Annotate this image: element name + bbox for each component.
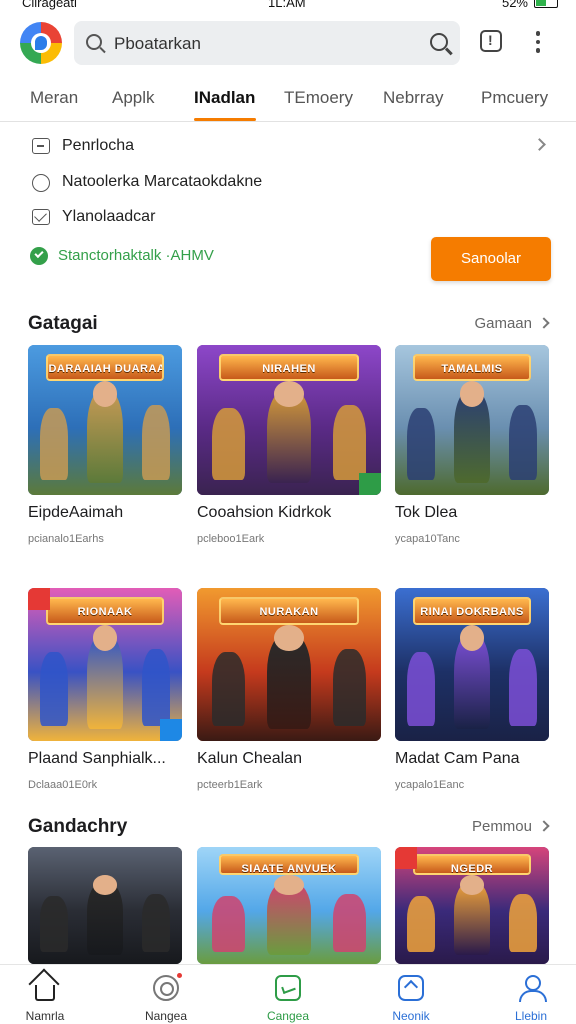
bottom-navigation: Namrla Nangea Cangea Neonik Llebin: [0, 964, 576, 1024]
game-logo: RINAI DOKRBANS: [413, 597, 531, 625]
game-title: Kalun Chealan: [197, 750, 302, 767]
nav-label: Cangea: [266, 1009, 310, 1023]
nav-label: Namrla: [25, 1009, 65, 1023]
chevron-right-icon: [538, 820, 550, 832]
game-meta: Dclaaa01E0rk: [28, 779, 98, 791]
game-logo: SIAATE ANVUEK: [219, 854, 359, 876]
nav-label: Neonik: [392, 1009, 430, 1023]
menu-item-label: Penrlocha: [62, 137, 135, 154]
game-thumbnail[interactable]: DARAAIAH DUARAAN: [28, 345, 182, 495]
game-card[interactable]: NIRAHEN Cooahsion Kidrkok pcleboo1Eark: [197, 345, 381, 545]
carrier-label: Cllrageati: [22, 0, 77, 10]
game-logo: NURAKAN: [219, 597, 359, 625]
game-logo: NIRAHEN: [219, 354, 359, 381]
cta-button[interactable]: Sanoolar: [431, 237, 551, 281]
game-thumbnail[interactable]: NIRAHEN: [197, 345, 381, 495]
badge-icon: [160, 719, 182, 741]
game-title: Tok Dlea: [395, 504, 458, 521]
tab-inadlan[interactable]: INadlan: [194, 88, 255, 108]
game-thumbnail[interactable]: NGEDR: [395, 847, 549, 964]
game-card[interactable]: NURAKAN Kalun Chealan pcteerb1Eark: [197, 588, 381, 791]
menu-item-ylanolaadcar[interactable]: Ylanolaadcar: [30, 205, 550, 233]
game-card[interactable]: SIAATE ANVUEK: [197, 847, 381, 964]
game-logo: DARAAIAH DUARAAN: [46, 354, 164, 381]
notification-icon[interactable]: [480, 30, 502, 52]
badge-icon: [359, 473, 381, 495]
game-meta: ycapalo1Eanc: [395, 779, 465, 791]
menu-item-natoolerka[interactable]: Natoolerka Marcataokdakne: [30, 170, 550, 198]
section-title: Gandachry: [28, 816, 128, 837]
chat-bubble-icon: [32, 174, 50, 192]
game-card[interactable]: RINAI DOKRBANS Madat Cam Pana ycapalo1Eanc: [395, 588, 549, 791]
game-logo: NGEDR: [413, 854, 531, 876]
home-icon: [35, 985, 55, 1001]
game-meta: pcianalo1Earhs: [28, 533, 104, 545]
notification-dot-icon: [177, 973, 182, 978]
tab-pmcuery[interactable]: Pmcuery: [481, 88, 548, 108]
game-card[interactable]: TAMALMIS Tok Dlea ycapa10Tanc: [395, 345, 549, 545]
game-thumbnail[interactable]: [28, 847, 182, 964]
menu-item-label: Ylanolaadcar: [62, 208, 156, 225]
tab-nebrray[interactable]: Nebrray: [383, 88, 443, 108]
app-logo-icon[interactable]: [20, 22, 62, 64]
folder-icon: [32, 138, 50, 154]
game-thumbnail[interactable]: SIAATE ANVUEK: [197, 847, 381, 964]
search-submit-icon[interactable]: [430, 33, 448, 51]
active-tab-indicator: [194, 118, 256, 121]
apps-icon: [275, 975, 301, 1001]
game-card[interactable]: DARAAIAH DUARAAN EipdeAaimah pcianalo1Earh…: [28, 345, 182, 545]
games-icon: [153, 975, 179, 1001]
game-card[interactable]: [28, 847, 182, 964]
verified-label: Stanctorhaktalk ·AHMV: [58, 247, 214, 264]
more-options-icon[interactable]: [534, 31, 542, 55]
section-more-link[interactable]: Pemmou: [471, 818, 550, 835]
game-logo: RIONAAK: [46, 597, 164, 625]
game-thumbnail[interactable]: TAMALMIS: [395, 345, 549, 495]
game-card[interactable]: RIONAAK Plaand Sanphialk... Dclaaa01E0rk: [28, 588, 182, 791]
nav-label: Llebin: [514, 1009, 548, 1023]
game-card[interactable]: NGEDR: [395, 847, 549, 964]
badge-icon: [395, 847, 417, 869]
game-title: Cooahsion Kidrkok: [197, 504, 332, 521]
game-title: EipdeAaimah: [28, 504, 124, 521]
top-bar: Pboatarkan: [0, 18, 576, 70]
status-bar: Cllrageati 1L:AM 52%: [0, 0, 576, 12]
tab-applk[interactable]: Applk: [112, 88, 155, 108]
game-thumbnail[interactable]: RIONAAK: [28, 588, 182, 741]
section-title: Gatagai: [28, 313, 98, 334]
game-thumbnail[interactable]: RINAI DOKRBANS: [395, 588, 549, 741]
section-more-link[interactable]: Gamaan: [474, 315, 550, 332]
status-icons: 52%: [502, 0, 558, 10]
tab-temoery[interactable]: TEmoery: [284, 88, 353, 108]
category-tabs: Meran Applk INadlan TEmoery Nebrray Pmcu…: [0, 80, 576, 122]
section-more-label: Pemmou: [471, 818, 532, 835]
nav-label: Nangea: [144, 1009, 188, 1023]
menu-item-label: Natoolerka Marcataokdakne: [62, 173, 263, 190]
badge-icon: [28, 588, 50, 610]
section-more-label: Gamaan: [474, 315, 532, 332]
chevron-right-icon: [538, 317, 550, 329]
clock: 1L:AM: [268, 0, 306, 10]
search-input[interactable]: Pboatarkan: [114, 34, 201, 54]
game-logo: TAMALMIS: [413, 354, 531, 381]
game-meta: ycapa10Tanc: [395, 533, 460, 545]
search-icon: [86, 34, 102, 50]
game-title: Madat Cam Pana: [395, 750, 520, 767]
news-icon: [398, 975, 424, 1001]
tab-meran[interactable]: Meran: [30, 88, 78, 108]
game-title: Plaand Sanphialk...: [28, 750, 166, 767]
chevron-right-icon: [533, 138, 546, 151]
game-meta: pcteerb1Eark: [197, 779, 263, 791]
mail-icon: [32, 209, 50, 225]
menu-item-penrlocha[interactable]: Penrlocha: [30, 134, 550, 162]
game-thumbnail[interactable]: NURAKAN: [197, 588, 381, 741]
battery-percent: 52%: [501, 0, 528, 10]
shield-check-icon: [30, 247, 48, 265]
search-bar[interactable]: Pboatarkan: [74, 21, 460, 65]
profile-icon: [518, 975, 547, 1002]
battery-icon: [534, 0, 558, 8]
game-meta: pcleboo1Eark: [197, 533, 265, 545]
